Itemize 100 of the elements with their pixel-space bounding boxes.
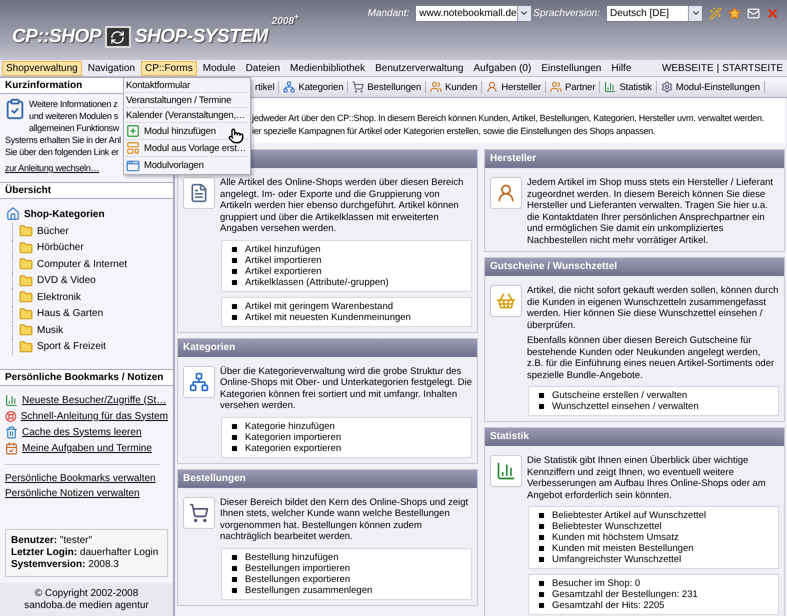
list-item[interactable]: Gesamtzahl der Hits: 2205 xyxy=(539,600,768,611)
toolbar-tab[interactable]: Statistik xyxy=(600,81,657,93)
logo-text: SHOP-SYSTEM xyxy=(134,26,268,48)
list-item[interactable]: Kategorien exportieren xyxy=(232,442,461,454)
panel-header: Kategorien xyxy=(178,338,477,356)
dropdown-item[interactable]: Kontaktformular xyxy=(126,78,248,93)
manage-link[interactable]: Persönliche Bookmarks verwalten xyxy=(5,471,168,486)
hierarchy-icon xyxy=(189,372,209,392)
list-item[interactable]: Bestellungen importieren xyxy=(232,562,461,574)
window-icon xyxy=(126,158,140,172)
header-link[interactable]: STARTSEITE xyxy=(722,62,783,74)
cart-icon xyxy=(189,502,209,522)
menu-item[interactable]: Benutzerverwaltung xyxy=(371,60,468,76)
toolbar-tab[interactable]: Hersteller xyxy=(482,81,546,93)
menu-item[interactable]: Shopverwaltung xyxy=(2,60,82,76)
tree-item[interactable]: Bücher xyxy=(37,226,69,237)
panel-header: Bestellungen xyxy=(178,470,477,488)
menu-item[interactable]: CP::Forms xyxy=(140,60,197,76)
menu-item[interactable]: Dateien xyxy=(242,60,284,76)
sidebar-heading: Persönliche Bookmarks / Notizen xyxy=(0,369,173,386)
intro-text: jedweder Art über den CP::Shop. In diesem Bereich können Kunden, Artikel, Bestellungen, Kategorien, Hersteller uvm. verwaltet werden. xyxy=(252,112,764,124)
list-item[interactable]: Gesamtzahl der Bestellungen: 231 xyxy=(539,589,768,600)
list-item[interactable]: Kunden mit höchstem Umsatz xyxy=(539,532,768,543)
calendar-icon xyxy=(5,442,18,454)
info-text: und weiteren Modulen s xyxy=(29,110,118,122)
panel-header: Gutscheine / Wunschzettel xyxy=(485,258,784,276)
wand-icon[interactable] xyxy=(709,6,722,20)
select-arrow-button[interactable] xyxy=(516,6,531,20)
list-item[interactable]: Beliebtester Artikel auf Wunschzettel xyxy=(539,510,768,521)
list-item[interactable]: Artikel importieren xyxy=(232,254,461,266)
folder-icon xyxy=(19,224,33,238)
bookmark-link[interactable]: Cache des Systems leeren xyxy=(22,424,142,440)
list-item[interactable]: Bestellungen exportieren xyxy=(232,574,461,584)
folder-icon xyxy=(19,240,33,255)
list-item[interactable]: Kunden mit meisten Bestellungen xyxy=(539,543,768,554)
folder-icon xyxy=(19,274,33,288)
bookmark-link[interactable]: Neueste Besucher/Zugriffe (St… xyxy=(22,392,166,408)
list-item[interactable]: Artikel hinzufügen xyxy=(232,244,461,254)
toolbar-tab[interactable]: Kategorien xyxy=(279,81,348,93)
description-text: Alle Artikel des Online-Shops werden über diesen Bereich angelegt. Im- oder Exporte und die Gruppierung von Artikeln werden hier ebenso durchgeführt. Artikel können gruppiert und über die Artikelklassen mit erweiterten Angaben versehen werden. xyxy=(220,177,464,234)
menu-item[interactable]: Navigation xyxy=(84,60,139,76)
select-arrow-button[interactable] xyxy=(688,6,702,20)
list-item[interactable]: Umfangreichster Wunschzettel xyxy=(539,554,768,565)
menu-item[interactable]: Einstellungen xyxy=(537,60,606,76)
list-item[interactable]: Bestellung hinzufügen xyxy=(232,552,461,562)
list-item[interactable]: Bestellungen zusammenlegen xyxy=(232,584,461,596)
users-icon xyxy=(550,81,562,93)
logo-year: 2008$^{+}$ xyxy=(272,12,299,28)
toolbar-tab[interactable]: Partner xyxy=(546,81,600,93)
settings-icon xyxy=(660,81,673,93)
bookmark-link[interactable]: Meine Aufgaben und Termine xyxy=(22,440,152,456)
clipboard-icon xyxy=(4,98,26,120)
hand-cursor-icon xyxy=(228,128,244,144)
chart-icon xyxy=(496,461,516,481)
language-label: Sprachversion: xyxy=(533,8,600,18)
dropdown-item[interactable]: Modulvorlagen xyxy=(126,157,248,174)
menu-item[interactable]: Module xyxy=(198,60,240,76)
list-item[interactable]: Artikel exportieren xyxy=(232,266,461,276)
list-item[interactable]: Wunschzettel einsehen / verwalten xyxy=(539,401,768,412)
menu-item[interactable]: Hilfe xyxy=(607,60,636,76)
add-window-icon xyxy=(126,124,140,138)
bin-icon xyxy=(5,426,18,438)
user-icon xyxy=(496,183,516,203)
tree-item[interactable]: Sport & Freizeit xyxy=(37,341,106,352)
tree-item[interactable]: DVD & Video xyxy=(37,275,96,286)
tree-item[interactable]: Elektronik xyxy=(37,292,81,303)
menu-item[interactable]: Medienbibliothek xyxy=(286,60,370,76)
mail-icon[interactable] xyxy=(747,6,760,20)
dropdown-item[interactable]: Kalender (Veranstaltungen,… xyxy=(126,108,248,123)
list-item[interactable]: Kategorien importieren xyxy=(232,432,461,442)
list-item[interactable]: Artikel mit geringem Warenbestand xyxy=(232,300,461,312)
list-item[interactable]: Artikel mit neuesten Kundenmeinungen xyxy=(232,312,461,322)
manage-link[interactable]: Persönliche Notizen verwalten xyxy=(5,486,168,501)
list-item[interactable]: Artikelklassen (Attribute/-gruppen) xyxy=(232,276,461,288)
info-text: Sie über den folgenden Link er xyxy=(5,146,119,158)
dropdown-item[interactable]: Veranstaltungen / Termine xyxy=(126,93,248,108)
list-item[interactable]: Beliebtester Wunschzettel xyxy=(539,521,768,532)
description-text: Jedem Artikel im Shop muss stets ein Hersteller / Lieferant zugeordnet werden. In diesem Bereich können Sie diese Hersteller und Lieferanten verwalten. Tragen Sie hier u.a. die Kontaktdaten Ihrer persönlichen Ansprechpartner ein und ermöglichen Sie damit ein unkompliziertes Nachbestellen nicht mehr vorrätiger Artikel. xyxy=(527,177,774,246)
guide-link[interactable]: zur Anleitung wechseln… xyxy=(5,161,100,176)
star-icon[interactable] xyxy=(728,6,741,20)
header-link[interactable]: WEBSEITE xyxy=(662,62,714,74)
toolbar-tab[interactable]: Bestellungen xyxy=(348,81,426,93)
bookmark-link[interactable]: Schnell-Anleitung für das System xyxy=(20,408,168,424)
description-text: Die Statistik gibt Ihnen einen Überblick über wichtige Kennziffern und zeigt Ihnen, wo eventuell weitere Verbesserungen am Aufbau Ihres Online-Shops oder am Angebot erforderlich sein könnten. xyxy=(527,455,767,501)
toolbar-tab[interactable]: Kunden xyxy=(426,81,482,93)
list-item[interactable]: Gutscheine erstellen / verwalten xyxy=(539,390,768,401)
toolbar-tab[interactable]: Modul-Einstellungen xyxy=(656,81,765,93)
menu-item[interactable]: Aufgaben (0) xyxy=(470,60,536,76)
user-info-text: Systemversion: 2008.3 xyxy=(11,559,120,571)
tree-item[interactable]: Hörbücher xyxy=(37,242,84,254)
list-item[interactable]: Kategorie hinzufügen xyxy=(232,420,461,432)
sidebar-heading: Übersicht xyxy=(0,182,173,199)
list-item[interactable]: Besucher im Shop: 0 xyxy=(539,578,768,589)
tree-root[interactable]: Shop-Kategorien xyxy=(0,203,168,223)
tree-item[interactable]: Musik xyxy=(37,324,64,336)
description-text: Über die Kategorieverwaltung wird die grobe Struktur des Online-Shops mit Ober- und Unterkategorien festgelegt. Die Kategorien können frei sortiert und mit umfangr. Inhalten versehen werden. xyxy=(220,366,472,412)
tree-item[interactable]: Haus & Garten xyxy=(37,308,104,320)
user-icon xyxy=(486,81,498,93)
language-select[interactable]: Deutsch [DE] xyxy=(606,4,703,22)
tree-item[interactable]: Computer & Internet xyxy=(37,258,128,270)
